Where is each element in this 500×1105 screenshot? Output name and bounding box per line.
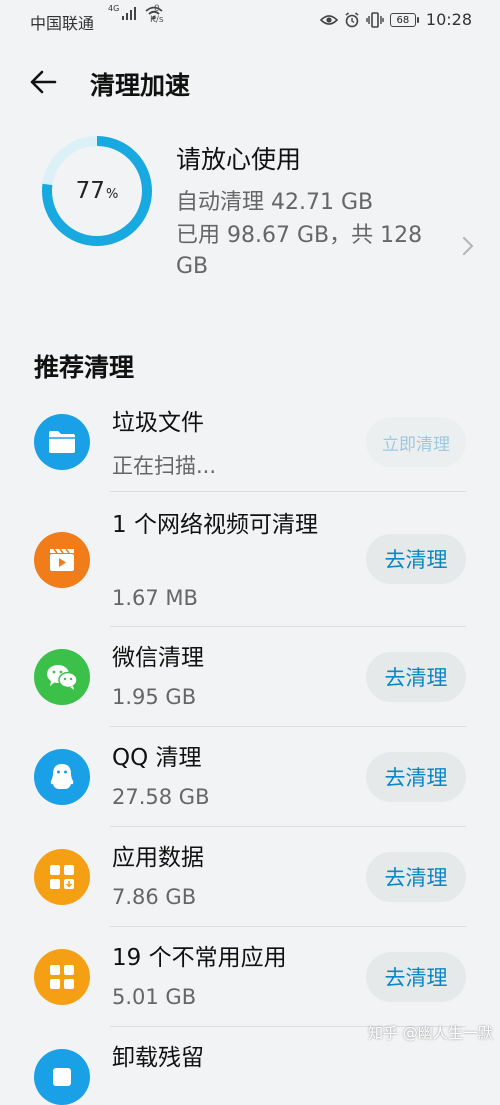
list-item-qq[interactable]: QQ 清理 27.58 GB 去清理 (0, 727, 500, 827)
title-bar: 清理加速 (0, 52, 500, 112)
list-item-network-video[interactable]: 1 个网络视频可清理 1.67 MB 去清理 (0, 492, 500, 627)
watermark: 知乎 @幽人生一默 (368, 1024, 493, 1042)
net-speed-value: 0 (153, 4, 160, 14)
net-speed-unit: K/s (150, 15, 164, 25)
item-name: QQ 清理 (112, 745, 202, 771)
section-title: 推荐清理 (34, 353, 135, 382)
network-video-icon-circle (34, 532, 90, 588)
list-item-unused-apps[interactable]: 19 个不常用应用 5.01 GB 去清理 (0, 927, 500, 1027)
go-clean-button[interactable]: 去清理 (366, 652, 466, 702)
status-right-group: 68 10:28 (319, 10, 472, 29)
storage-percent-unit: % (105, 186, 119, 202)
uninstall-residue-icon-circle (34, 1049, 90, 1105)
item-name: 微信清理 (112, 645, 204, 671)
clock-label: 10:28 (425, 10, 472, 29)
net-speed: 0 K/s (150, 4, 164, 26)
status-bar: 中国联通 4G 0 K/s 68 10:28 (0, 0, 500, 42)
qq-penguin-icon (50, 764, 74, 789)
list-item-wechat[interactable]: 微信清理 1.95 GB 去清理 (0, 627, 500, 727)
back-button[interactable] (28, 64, 68, 100)
list-item-app-data[interactable]: 应用数据 7.86 GB 去清理 (0, 827, 500, 927)
alarm-icon (345, 11, 359, 27)
storage-percent: 77% (40, 134, 154, 248)
qq-icon-circle (34, 749, 90, 805)
item-name: 垃圾文件 (112, 410, 204, 436)
storage-usage-text: 已用 98.67 GB，共 128 GB (176, 223, 423, 279)
app-grid-icon (50, 965, 74, 989)
item-subtitle: 5.01 GB (112, 985, 197, 1009)
chevron-right-icon (463, 237, 474, 255)
carrier-label: 中国联通 (30, 14, 95, 33)
go-clean-button[interactable]: 去清理 (366, 952, 466, 1002)
app-data-icon (50, 865, 74, 889)
wechat-icon (47, 665, 78, 690)
uninstall-residue-icon (53, 1068, 71, 1086)
page-title: 清理加速 (90, 71, 191, 100)
net-type-label: 4G (108, 3, 120, 13)
item-subtitle: 27.58 GB (112, 785, 210, 809)
auto-clean-text: 自动清理 42.71 GB (176, 190, 374, 215)
item-subtitle: 正在扫描... (112, 454, 217, 478)
app-data-icon-circle (34, 849, 90, 905)
item-name: 应用数据 (112, 845, 204, 871)
storage-status-text: 请放心使用 (176, 145, 302, 174)
list-item-junk-files[interactable]: 垃圾文件 正在扫描... 立即清理 (0, 392, 500, 492)
arrow-left-icon (30, 70, 57, 94)
cleanup-list: 垃圾文件 正在扫描... 立即清理 1 个网络视频可清理 1.67 MB 去清理 (0, 392, 500, 1105)
item-name: 1 个网络视频可清理 (112, 512, 318, 538)
eye-icon (319, 14, 338, 25)
item-name: 卸载残留 (112, 1045, 204, 1071)
folder-icon (49, 431, 75, 453)
clean-now-button[interactable]: 立即清理 (366, 417, 466, 467)
item-name: 19 个不常用应用 (112, 945, 287, 971)
item-subtitle: 7.86 GB (112, 885, 197, 909)
item-subtitle: 1.67 MB (112, 586, 198, 610)
wechat-icon-circle (34, 649, 90, 705)
junk-files-icon-circle (34, 414, 90, 470)
go-clean-button[interactable]: 去清理 (366, 534, 466, 584)
battery-icon: 68 (389, 12, 419, 27)
vibrate-icon (366, 11, 384, 28)
storage-percent-value: 77 (75, 178, 105, 204)
item-subtitle: 1.95 GB (112, 685, 197, 709)
signal-icon (122, 6, 137, 20)
storage-summary[interactable]: 77% 请放心使用 自动清理 42.71 GB 已用 98.67 GB，共 12… (0, 128, 500, 279)
unused-apps-icon-circle (34, 949, 90, 1005)
go-clean-button[interactable]: 去清理 (366, 752, 466, 802)
video-clapper-icon (50, 548, 74, 571)
go-clean-button[interactable]: 去清理 (366, 852, 466, 902)
